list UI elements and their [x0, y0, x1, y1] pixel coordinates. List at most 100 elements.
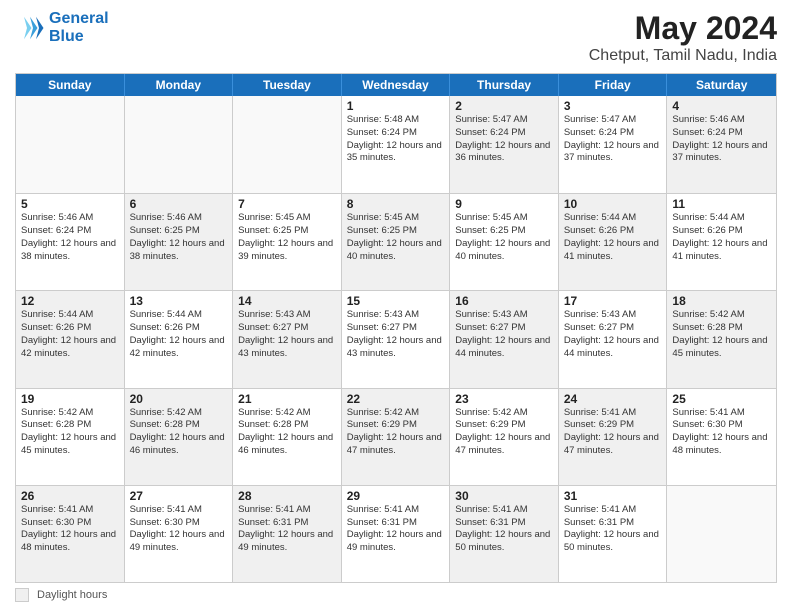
day-number: 17: [564, 294, 662, 308]
day-info: Sunrise: 5:47 AM Sunset: 6:24 PM Dayligh…: [564, 114, 662, 165]
day-number: 12: [21, 294, 119, 308]
main-title: May 2024: [589, 10, 777, 47]
day-info: Sunrise: 5:41 AM Sunset: 6:30 PM Dayligh…: [672, 407, 771, 458]
logo-text: General Blue: [49, 10, 109, 45]
calendar-cell: 24Sunrise: 5:41 AM Sunset: 6:29 PM Dayli…: [559, 389, 668, 485]
calendar-cell: 13Sunrise: 5:44 AM Sunset: 6:26 PM Dayli…: [125, 291, 234, 387]
day-info: Sunrise: 5:43 AM Sunset: 6:27 PM Dayligh…: [455, 309, 553, 360]
day-number: 16: [455, 294, 553, 308]
logo-line1: General: [49, 10, 109, 27]
calendar-cell: 27Sunrise: 5:41 AM Sunset: 6:30 PM Dayli…: [125, 486, 234, 582]
calendar-cell: 19Sunrise: 5:42 AM Sunset: 6:28 PM Dayli…: [16, 389, 125, 485]
day-number: 13: [130, 294, 228, 308]
legend-box: [15, 588, 29, 602]
calendar-cell: 18Sunrise: 5:42 AM Sunset: 6:28 PM Dayli…: [667, 291, 776, 387]
calendar-row: 5Sunrise: 5:46 AM Sunset: 6:24 PM Daylig…: [16, 193, 776, 290]
calendar-cell: 31Sunrise: 5:41 AM Sunset: 6:31 PM Dayli…: [559, 486, 668, 582]
day-info: Sunrise: 5:42 AM Sunset: 6:28 PM Dayligh…: [130, 407, 228, 458]
day-number: 23: [455, 392, 553, 406]
calendar-body: 1Sunrise: 5:48 AM Sunset: 6:24 PM Daylig…: [16, 96, 776, 582]
day-info: Sunrise: 5:45 AM Sunset: 6:25 PM Dayligh…: [347, 212, 445, 263]
day-info: Sunrise: 5:45 AM Sunset: 6:25 PM Dayligh…: [238, 212, 336, 263]
day-info: Sunrise: 5:46 AM Sunset: 6:24 PM Dayligh…: [21, 212, 119, 263]
weekday-header: Friday: [559, 74, 668, 96]
day-info: Sunrise: 5:46 AM Sunset: 6:24 PM Dayligh…: [672, 114, 771, 165]
day-number: 14: [238, 294, 336, 308]
day-info: Sunrise: 5:42 AM Sunset: 6:28 PM Dayligh…: [238, 407, 336, 458]
day-number: 7: [238, 197, 336, 211]
calendar-cell: 2Sunrise: 5:47 AM Sunset: 6:24 PM Daylig…: [450, 96, 559, 193]
day-number: 19: [21, 392, 119, 406]
day-info: Sunrise: 5:41 AM Sunset: 6:30 PM Dayligh…: [130, 504, 228, 555]
day-info: Sunrise: 5:45 AM Sunset: 6:25 PM Dayligh…: [455, 212, 553, 263]
day-info: Sunrise: 5:41 AM Sunset: 6:30 PM Dayligh…: [21, 504, 119, 555]
calendar-header: SundayMondayTuesdayWednesdayThursdayFrid…: [16, 74, 776, 96]
calendar-cell: 23Sunrise: 5:42 AM Sunset: 6:29 PM Dayli…: [450, 389, 559, 485]
subtitle: Chetput, Tamil Nadu, India: [589, 47, 777, 65]
day-number: 21: [238, 392, 336, 406]
calendar-cell: 17Sunrise: 5:43 AM Sunset: 6:27 PM Dayli…: [559, 291, 668, 387]
day-info: Sunrise: 5:43 AM Sunset: 6:27 PM Dayligh…: [347, 309, 445, 360]
day-info: Sunrise: 5:46 AM Sunset: 6:25 PM Dayligh…: [130, 212, 228, 263]
calendar-cell: 25Sunrise: 5:41 AM Sunset: 6:30 PM Dayli…: [667, 389, 776, 485]
calendar-cell: 22Sunrise: 5:42 AM Sunset: 6:29 PM Dayli…: [342, 389, 451, 485]
calendar-row: 1Sunrise: 5:48 AM Sunset: 6:24 PM Daylig…: [16, 96, 776, 193]
day-info: Sunrise: 5:44 AM Sunset: 6:26 PM Dayligh…: [564, 212, 662, 263]
weekday-header: Wednesday: [342, 74, 451, 96]
day-number: 10: [564, 197, 662, 211]
calendar-cell: 26Sunrise: 5:41 AM Sunset: 6:30 PM Dayli…: [16, 486, 125, 582]
calendar-cell: 8Sunrise: 5:45 AM Sunset: 6:25 PM Daylig…: [342, 194, 451, 290]
calendar-cell: 15Sunrise: 5:43 AM Sunset: 6:27 PM Dayli…: [342, 291, 451, 387]
day-number: 9: [455, 197, 553, 211]
day-number: 22: [347, 392, 445, 406]
day-info: Sunrise: 5:41 AM Sunset: 6:31 PM Dayligh…: [347, 504, 445, 555]
calendar-cell: 12Sunrise: 5:44 AM Sunset: 6:26 PM Dayli…: [16, 291, 125, 387]
day-info: Sunrise: 5:43 AM Sunset: 6:27 PM Dayligh…: [564, 309, 662, 360]
day-number: 1: [347, 99, 445, 113]
calendar-cell: 3Sunrise: 5:47 AM Sunset: 6:24 PM Daylig…: [559, 96, 668, 193]
calendar-cell: 21Sunrise: 5:42 AM Sunset: 6:28 PM Dayli…: [233, 389, 342, 485]
calendar-cell: 5Sunrise: 5:46 AM Sunset: 6:24 PM Daylig…: [16, 194, 125, 290]
day-info: Sunrise: 5:43 AM Sunset: 6:27 PM Dayligh…: [238, 309, 336, 360]
day-number: 25: [672, 392, 771, 406]
day-number: 24: [564, 392, 662, 406]
calendar-cell: 1Sunrise: 5:48 AM Sunset: 6:24 PM Daylig…: [342, 96, 451, 193]
logo-line2: Blue: [49, 28, 84, 45]
day-info: Sunrise: 5:44 AM Sunset: 6:26 PM Dayligh…: [672, 212, 771, 263]
day-number: 29: [347, 489, 445, 503]
day-number: 4: [672, 99, 771, 113]
calendar-cell: [667, 486, 776, 582]
day-info: Sunrise: 5:42 AM Sunset: 6:29 PM Dayligh…: [347, 407, 445, 458]
calendar-cell: 30Sunrise: 5:41 AM Sunset: 6:31 PM Dayli…: [450, 486, 559, 582]
day-info: Sunrise: 5:41 AM Sunset: 6:31 PM Dayligh…: [238, 504, 336, 555]
day-number: 20: [130, 392, 228, 406]
calendar-cell: 4Sunrise: 5:46 AM Sunset: 6:24 PM Daylig…: [667, 96, 776, 193]
day-info: Sunrise: 5:42 AM Sunset: 6:28 PM Dayligh…: [21, 407, 119, 458]
day-info: Sunrise: 5:48 AM Sunset: 6:24 PM Dayligh…: [347, 114, 445, 165]
day-number: 6: [130, 197, 228, 211]
day-info: Sunrise: 5:42 AM Sunset: 6:28 PM Dayligh…: [672, 309, 771, 360]
weekday-header: Saturday: [667, 74, 776, 96]
day-info: Sunrise: 5:41 AM Sunset: 6:31 PM Dayligh…: [564, 504, 662, 555]
calendar-row: 12Sunrise: 5:44 AM Sunset: 6:26 PM Dayli…: [16, 290, 776, 387]
day-number: 18: [672, 294, 771, 308]
day-info: Sunrise: 5:41 AM Sunset: 6:31 PM Dayligh…: [455, 504, 553, 555]
day-number: 15: [347, 294, 445, 308]
day-number: 30: [455, 489, 553, 503]
calendar-cell: [16, 96, 125, 193]
logo: General Blue: [15, 10, 109, 45]
weekday-header: Sunday: [16, 74, 125, 96]
day-number: 8: [347, 197, 445, 211]
logo-icon: [15, 13, 45, 43]
day-number: 11: [672, 197, 771, 211]
calendar-cell: 29Sunrise: 5:41 AM Sunset: 6:31 PM Dayli…: [342, 486, 451, 582]
page: General Blue May 2024 Chetput, Tamil Nad…: [0, 0, 792, 612]
calendar-cell: 20Sunrise: 5:42 AM Sunset: 6:28 PM Dayli…: [125, 389, 234, 485]
calendar-cell: 28Sunrise: 5:41 AM Sunset: 6:31 PM Dayli…: [233, 486, 342, 582]
calendar-row: 26Sunrise: 5:41 AM Sunset: 6:30 PM Dayli…: [16, 485, 776, 582]
footer: Daylight hours: [15, 588, 777, 602]
day-number: 31: [564, 489, 662, 503]
weekday-header: Tuesday: [233, 74, 342, 96]
calendar: SundayMondayTuesdayWednesdayThursdayFrid…: [15, 73, 777, 583]
legend-label: Daylight hours: [37, 589, 107, 601]
